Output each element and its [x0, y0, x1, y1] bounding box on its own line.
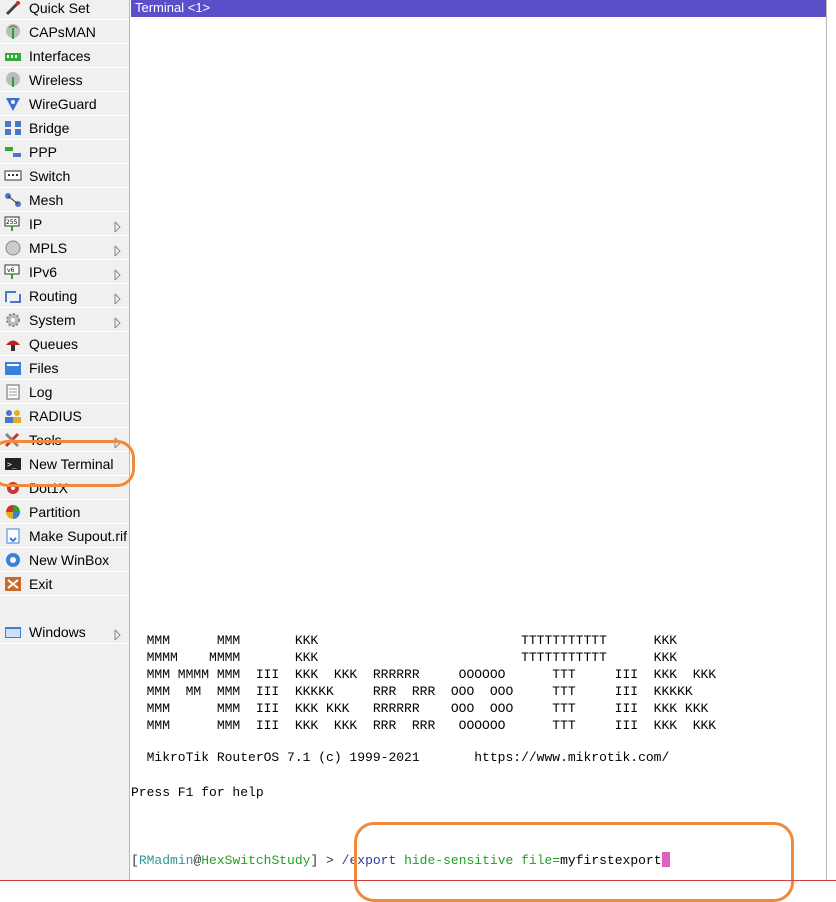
sidebar-item-switch[interactable]: Switch	[0, 165, 129, 188]
submenu-arrow-icon	[114, 289, 121, 305]
exit-icon	[4, 576, 22, 592]
sidebar-item-new-winbox[interactable]: New WinBox	[0, 549, 129, 572]
ip-icon: 255	[4, 216, 22, 232]
new-terminal-highlight	[0, 440, 135, 487]
submenu-arrow-icon	[114, 313, 121, 329]
submenu-arrow-icon	[114, 241, 121, 257]
sidebar-item-interfaces[interactable]: Interfaces	[0, 45, 129, 68]
sidebar-item-windows[interactable]: Windows	[0, 621, 129, 644]
submenu-arrow-icon	[114, 217, 121, 233]
sidebar-item-quick-set[interactable]: Quick Set	[0, 0, 129, 20]
sidebar-item-label: Switch	[29, 168, 71, 184]
logo-line: MMM MMM KKK TTTTTTTTTTT KKK	[131, 633, 678, 648]
sidebar-item-label: WireGuard	[29, 96, 97, 112]
submenu-arrow-icon	[114, 265, 121, 281]
mpls-icon	[4, 240, 22, 256]
log-icon	[4, 384, 22, 400]
sidebar-item-label: New WinBox	[29, 552, 110, 568]
queues-icon	[4, 336, 22, 352]
logo-line: MMM MM MMM III KKKKK RRR RRR OOO OOO TTT…	[131, 684, 693, 699]
mesh-icon	[4, 192, 22, 208]
system-gear-icon	[4, 312, 22, 328]
sidebar-item-label: Windows	[29, 624, 86, 640]
sidebar-item-mpls[interactable]: MPLS	[0, 237, 129, 260]
wand-icon	[4, 0, 22, 16]
routing-icon	[4, 288, 22, 304]
sidebar-item-exit[interactable]: Exit	[0, 573, 129, 596]
sidebar-item-files[interactable]: Files	[0, 357, 129, 380]
sidebar-item-bridge[interactable]: Bridge	[0, 117, 129, 140]
switch-icon	[4, 168, 22, 184]
sidebar-item-ipv6[interactable]: v6 IPv6	[0, 261, 129, 284]
wireguard-icon	[4, 96, 22, 112]
terminal-title[interactable]: Terminal <1>	[131, 0, 826, 17]
radius-users-icon	[4, 408, 22, 424]
sidebar-item-label: Mesh	[29, 192, 64, 208]
submenu-arrow-icon	[114, 625, 121, 641]
partition-icon	[4, 504, 22, 520]
wireless-icon	[4, 72, 22, 88]
sidebar-item-wireguard[interactable]: WireGuard	[0, 93, 129, 116]
sidebar-item-label: RADIUS	[29, 408, 82, 424]
sidebar-item-system[interactable]: System	[0, 309, 129, 332]
winbox-icon	[4, 552, 22, 568]
help-hint: Press F1 for help	[131, 785, 264, 800]
sidebar-item-mesh[interactable]: Mesh	[0, 189, 129, 212]
sidebar-item-log[interactable]: Log	[0, 381, 129, 404]
sidebar-item-routing[interactable]: Routing	[0, 285, 129, 308]
command-highlight	[354, 822, 794, 902]
sidebar-item-queues[interactable]: Queues	[0, 333, 129, 356]
sidebar-item-label: Partition	[29, 504, 81, 520]
svg-text:255: 255	[6, 219, 18, 226]
routeros-version-line: MikroTik RouterOS 7.1 (c) 1999-2021 http…	[131, 750, 670, 765]
sidebar-item-label: Bridge	[29, 120, 70, 136]
sidebar-item-label: Files	[29, 360, 59, 376]
sidebar-item-label: Interfaces	[29, 48, 91, 64]
prompt-close: ] >	[310, 853, 342, 868]
windows-icon	[4, 624, 22, 640]
sidebar-item-label: IP	[29, 216, 43, 232]
sidebar-item-wireless[interactable]: Wireless	[0, 69, 129, 92]
logo-line: MMM MMM III KKK KKK RRR RRR OOOOOO TTT I…	[131, 718, 717, 733]
sidebar-item-make-supout[interactable]: Make Supout.rif	[0, 525, 129, 548]
sidebar-item-label: Wireless	[29, 72, 83, 88]
sidebar-item-capsman[interactable]: CAPsMAN	[0, 21, 129, 44]
ppp-icon	[4, 144, 22, 160]
sidebar-item-label: IPv6	[29, 264, 58, 280]
terminal-window[interactable]: Terminal <1> MMM MMM KKK TTTTTTTTTTT KKK…	[131, 0, 827, 881]
antenna-icon	[4, 24, 22, 40]
routeros-ascii-logo: MMM MMM KKK TTTTTTTTTTT KKK MMMM MMMM KK…	[131, 632, 717, 734]
ipv6-icon: v6	[4, 264, 22, 280]
sidebar-item-label: Quick Set	[29, 0, 90, 16]
prompt-host: HexSwitchStudy	[201, 853, 311, 868]
sidebar-item-label: CAPsMAN	[29, 24, 96, 40]
sidebar-item-label: System	[29, 312, 76, 328]
sidebar-item-label: PPP	[29, 144, 58, 160]
sidebar-item-ppp[interactable]: PPP	[0, 141, 129, 164]
sidebar-item-label: MPLS	[29, 240, 68, 256]
bridge-icon	[4, 120, 22, 136]
interfaces-icon	[4, 48, 22, 64]
logo-line: MMM MMM III KKK KKK RRRRRR OOO OOO TTT I…	[131, 701, 709, 716]
sidebar-item-label: Queues	[29, 336, 79, 352]
logo-line: MMMM MMMM KKK TTTTTTTTTTT KKK	[131, 650, 678, 665]
sidebar-item-partition[interactable]: Partition	[0, 501, 129, 524]
sidebar-item-label: Exit	[29, 576, 53, 592]
logo-line: MMM MMMM MMM III KKK KKK RRRRRR OOOOOO T…	[131, 667, 717, 682]
sidebar-item-label: Log	[29, 384, 53, 400]
sidebar-item-label: Routing	[29, 288, 78, 304]
sidebar-item-radius[interactable]: RADIUS	[0, 405, 129, 428]
sidebar-item-label: Make Supout.rif	[29, 528, 128, 544]
supout-icon	[4, 528, 22, 544]
sidebar-item-ip[interactable]: 255 IP	[0, 213, 129, 236]
folder-icon	[4, 360, 22, 376]
prompt-open-bracket: [	[131, 853, 139, 868]
svg-text:v6: v6	[7, 267, 15, 274]
prompt-user: RMadmin	[138, 853, 194, 868]
